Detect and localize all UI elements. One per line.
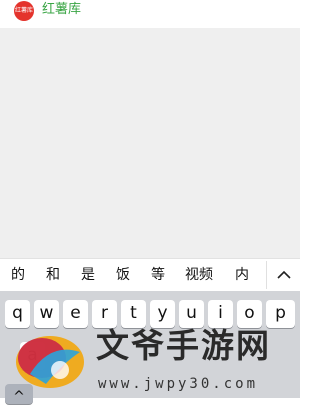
app-header: 红薯库 红薯库 [0, 0, 300, 26]
app-logo[interactable]: 红薯库 [14, 1, 34, 21]
watermark: 文爷手游网 www.jwpy30.com [0, 322, 300, 398]
candidate-item[interactable]: 等 [151, 266, 165, 284]
candidate-divider [266, 261, 267, 289]
candidate-item[interactable]: 的 [11, 266, 25, 284]
candidate-item[interactable]: 饭 [116, 266, 130, 284]
watermark-text: 文爷手游网 [96, 326, 271, 365]
candidate-item[interactable]: 和 [46, 266, 60, 284]
collapse-candidates-button[interactable] [272, 263, 296, 287]
candidate-item[interactable]: 内 [235, 266, 249, 284]
ime-candidate-bar: 的 和 是 饭 等 视频 内 [0, 258, 300, 291]
chevron-up-icon [277, 270, 291, 279]
candidate-item[interactable]: 是 [81, 266, 95, 284]
app-title: 红薯库 [42, 2, 82, 17]
watermark-url: www.jwpy30.com [98, 376, 259, 392]
watermark-logo-icon [16, 336, 84, 388]
content-area [0, 28, 300, 258]
candidate-item[interactable]: 视频 [185, 266, 213, 284]
